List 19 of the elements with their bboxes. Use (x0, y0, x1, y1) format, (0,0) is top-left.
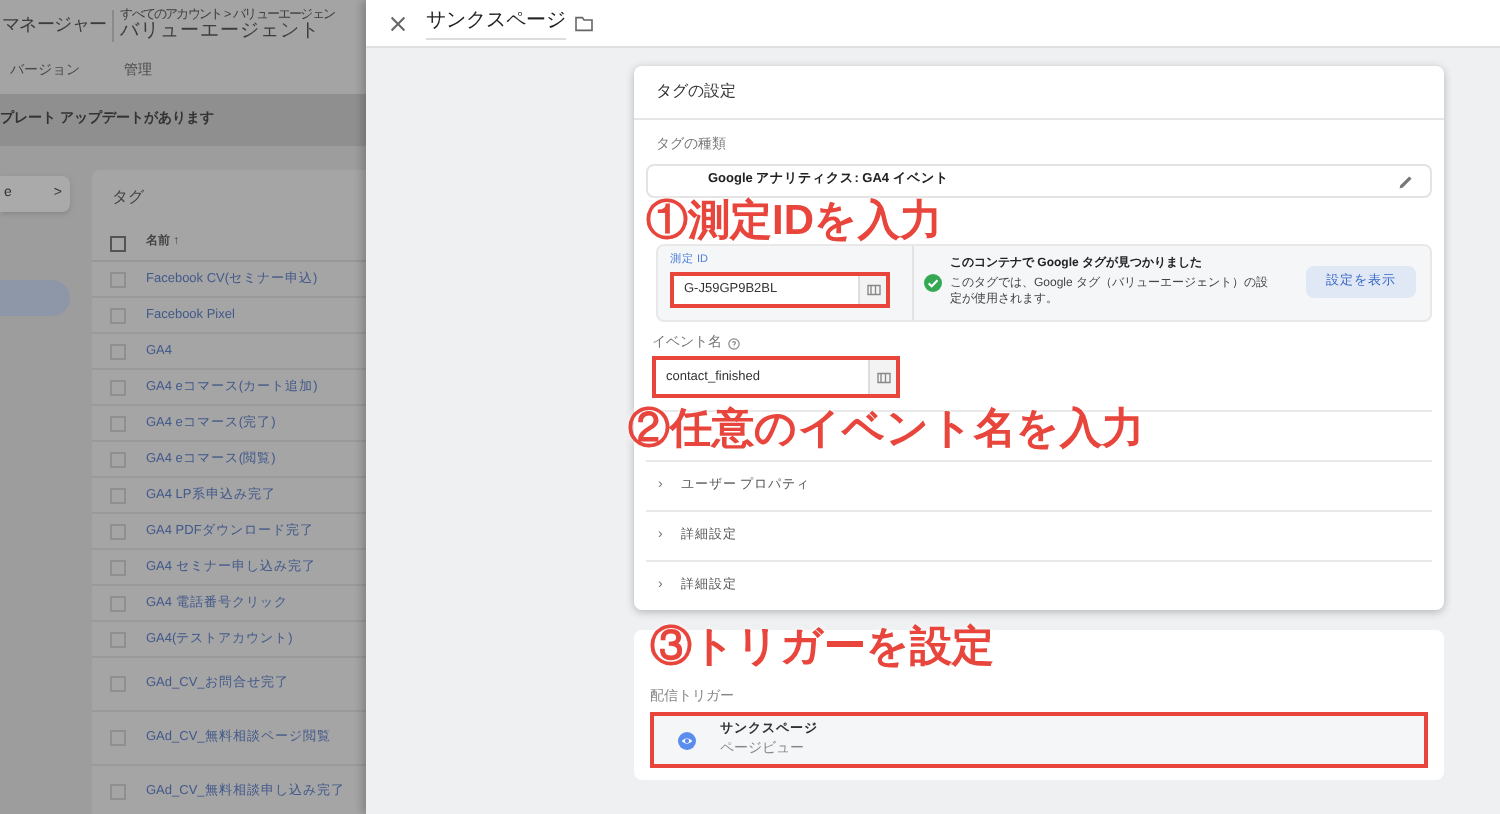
annotation-text: ②任意のイベント名を入力 (628, 406, 1144, 454)
close-icon[interactable] (390, 15, 406, 31)
variable-icon (875, 371, 891, 383)
folder-icon[interactable] (574, 15, 594, 31)
tag-name-field[interactable]: サンクスページ (426, 6, 566, 40)
check-icon (924, 273, 942, 291)
variable-button[interactable] (868, 360, 896, 394)
pencil-icon[interactable] (1398, 173, 1414, 189)
help-icon[interactable] (728, 337, 740, 350)
product-name: マネージャー (0, 11, 107, 38)
checkbox[interactable] (110, 235, 126, 251)
annotation-text: ③トリガーを設定 (650, 624, 994, 672)
annotation-text: ①測定IDを入力 (646, 198, 942, 246)
account-name: バリューエージェント (120, 21, 323, 41)
variable-button[interactable] (858, 275, 886, 304)
variable-icon (865, 283, 881, 296)
table-title: タグ (110, 186, 146, 210)
card-heading: タグの設定 (656, 80, 736, 104)
eye-icon (678, 731, 696, 749)
